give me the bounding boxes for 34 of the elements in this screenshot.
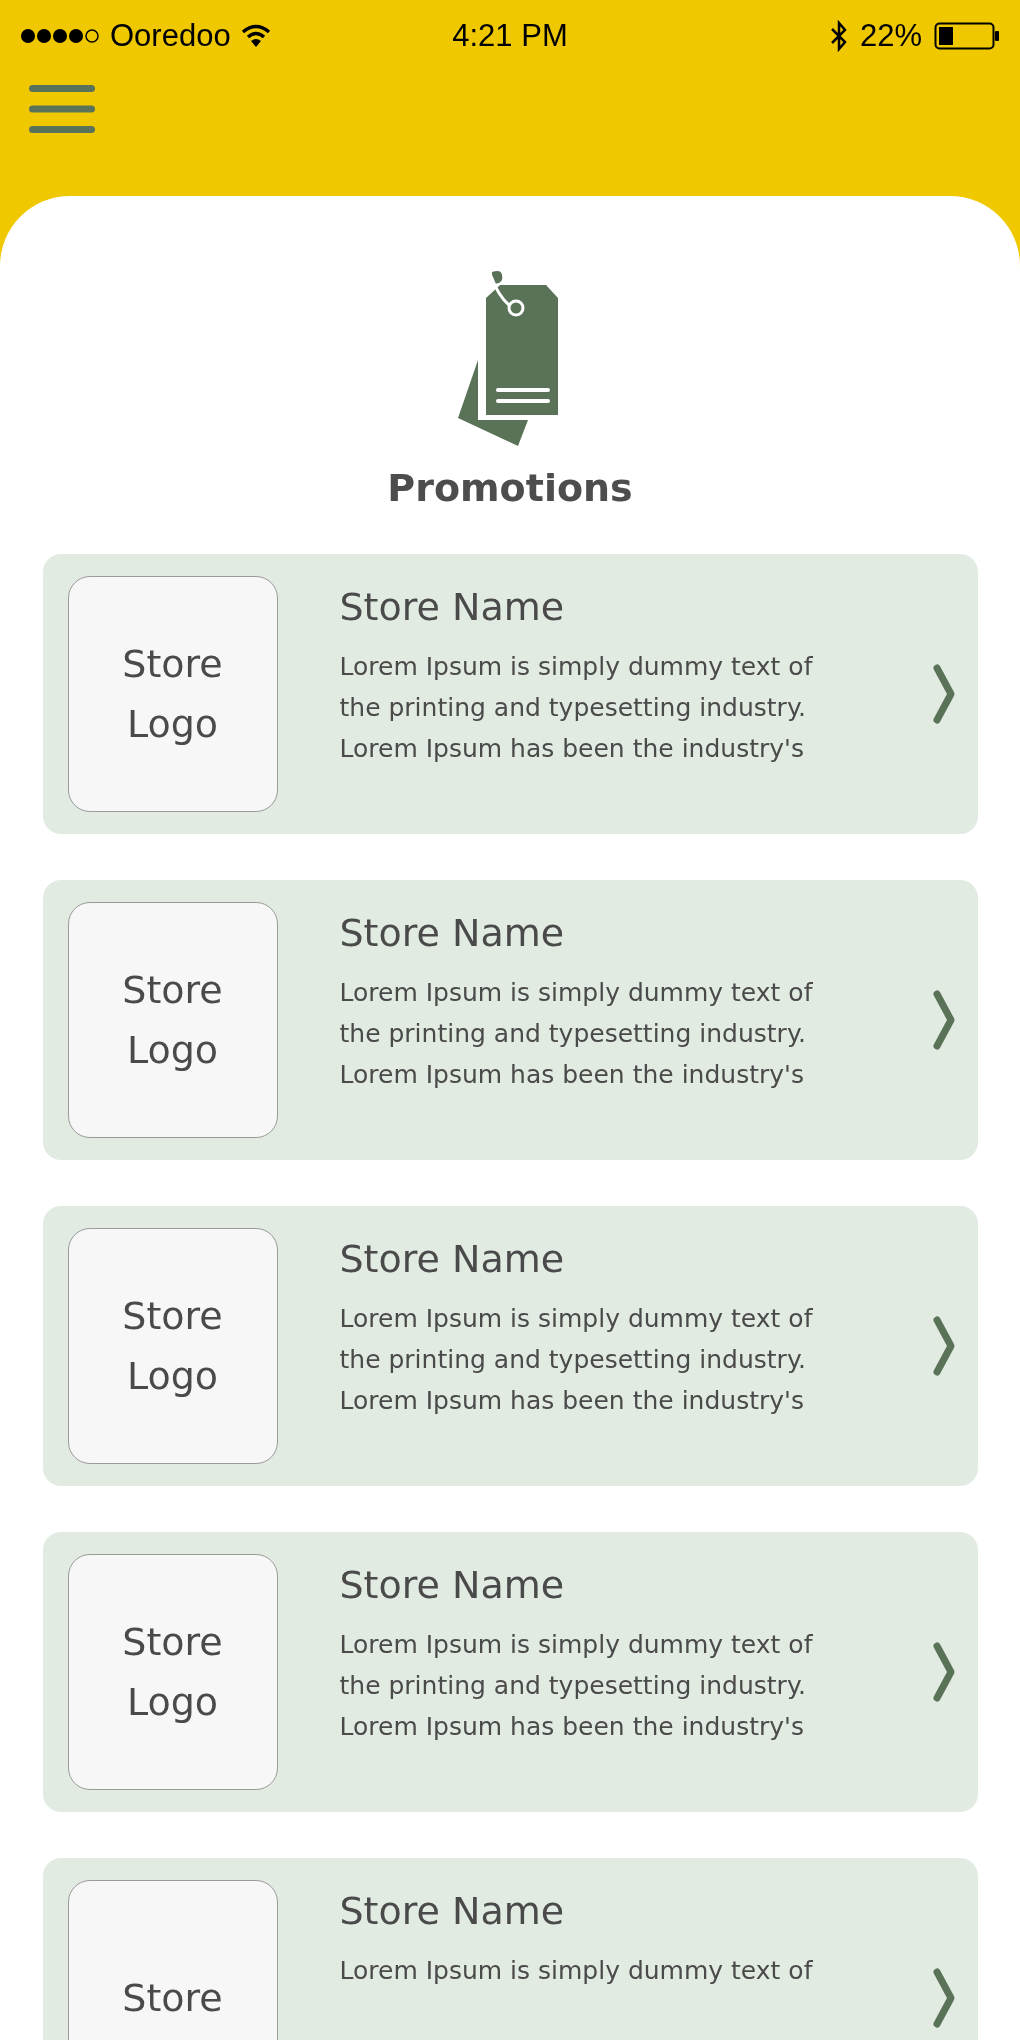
- store-logo-placeholder: Store: [67, 1880, 278, 2040]
- store-description: Lorem Ipsum is simply dummy text of the printing and typesetting industry. Lorem Ipsum has been the industry's: [339, 977, 814, 1091]
- store-name: Store Name: [339, 910, 566, 957]
- store-card[interactable]: Store Logo Store Name Lorem Ipsum is simply dummy text of the printing and typesetting industry. Lorem Ipsum has been the industry's: [42, 1206, 978, 1486]
- store-description: Lorem Ipsum is simply dummy text of the printing and typesetting industry. Lorem Ipsum has been the industry's: [339, 1629, 814, 1743]
- store-name: Store Name: [339, 584, 566, 631]
- menu-icon: [29, 84, 95, 134]
- store-card[interactable]: Store Logo Store Name Lorem Ipsum is simply dummy text of the printing and typesetting industry. Lorem Ipsum has been the industry's: [42, 880, 978, 1160]
- chevron-right-icon: [931, 1315, 956, 1377]
- signal-icon: [20, 28, 100, 44]
- store-logo-placeholder: Store Logo: [67, 902, 278, 1138]
- store-card[interactable]: Store Store Name Lorem Ipsum is simply dummy text of: [42, 1858, 978, 2040]
- store-name: Store Name: [339, 1888, 566, 1935]
- store-card[interactable]: Store Logo Store Name Lorem Ipsum is simply dummy text of the printing and typesetting industry. Lorem Ipsum has been the industry's: [42, 554, 978, 834]
- wifi-icon: [240, 24, 271, 48]
- store-description: Lorem Ipsum is simply dummy text of the printing and typesetting industry. Lorem Ipsum has been the industry's: [339, 1303, 814, 1417]
- chevron-right-icon: [931, 989, 956, 1051]
- store-name: Store Name: [339, 1562, 566, 1609]
- store-logo-placeholder: Store Logo: [67, 576, 278, 812]
- store-logo-placeholder: Store Logo: [67, 1228, 278, 1464]
- clock-time: 4:21 PM: [452, 18, 568, 54]
- carrier-name: Ooredoo: [110, 18, 231, 54]
- store-description: Lorem Ipsum is simply dummy text of the printing and typesetting industry. Lorem Ipsum has been the industry's: [339, 651, 814, 765]
- chevron-right-icon: [931, 663, 956, 725]
- battery-icon: [934, 22, 1000, 50]
- chevron-right-icon: [931, 1641, 956, 1703]
- battery-percent: 22%: [859, 18, 922, 54]
- chevron-right-icon: [931, 1967, 956, 2029]
- store-logo-placeholder: Store Logo: [67, 1554, 278, 1790]
- store-description: Lorem Ipsum is simply dummy text of: [339, 1955, 814, 1987]
- store-card[interactable]: Store Logo Store Name Lorem Ipsum is simply dummy text of the printing and typesetting industry. Lorem Ipsum has been the industry's: [42, 1532, 978, 1812]
- page-title: Promotions: [387, 466, 633, 510]
- bluetooth-icon: [829, 20, 848, 52]
- store-name: Store Name: [339, 1236, 566, 1283]
